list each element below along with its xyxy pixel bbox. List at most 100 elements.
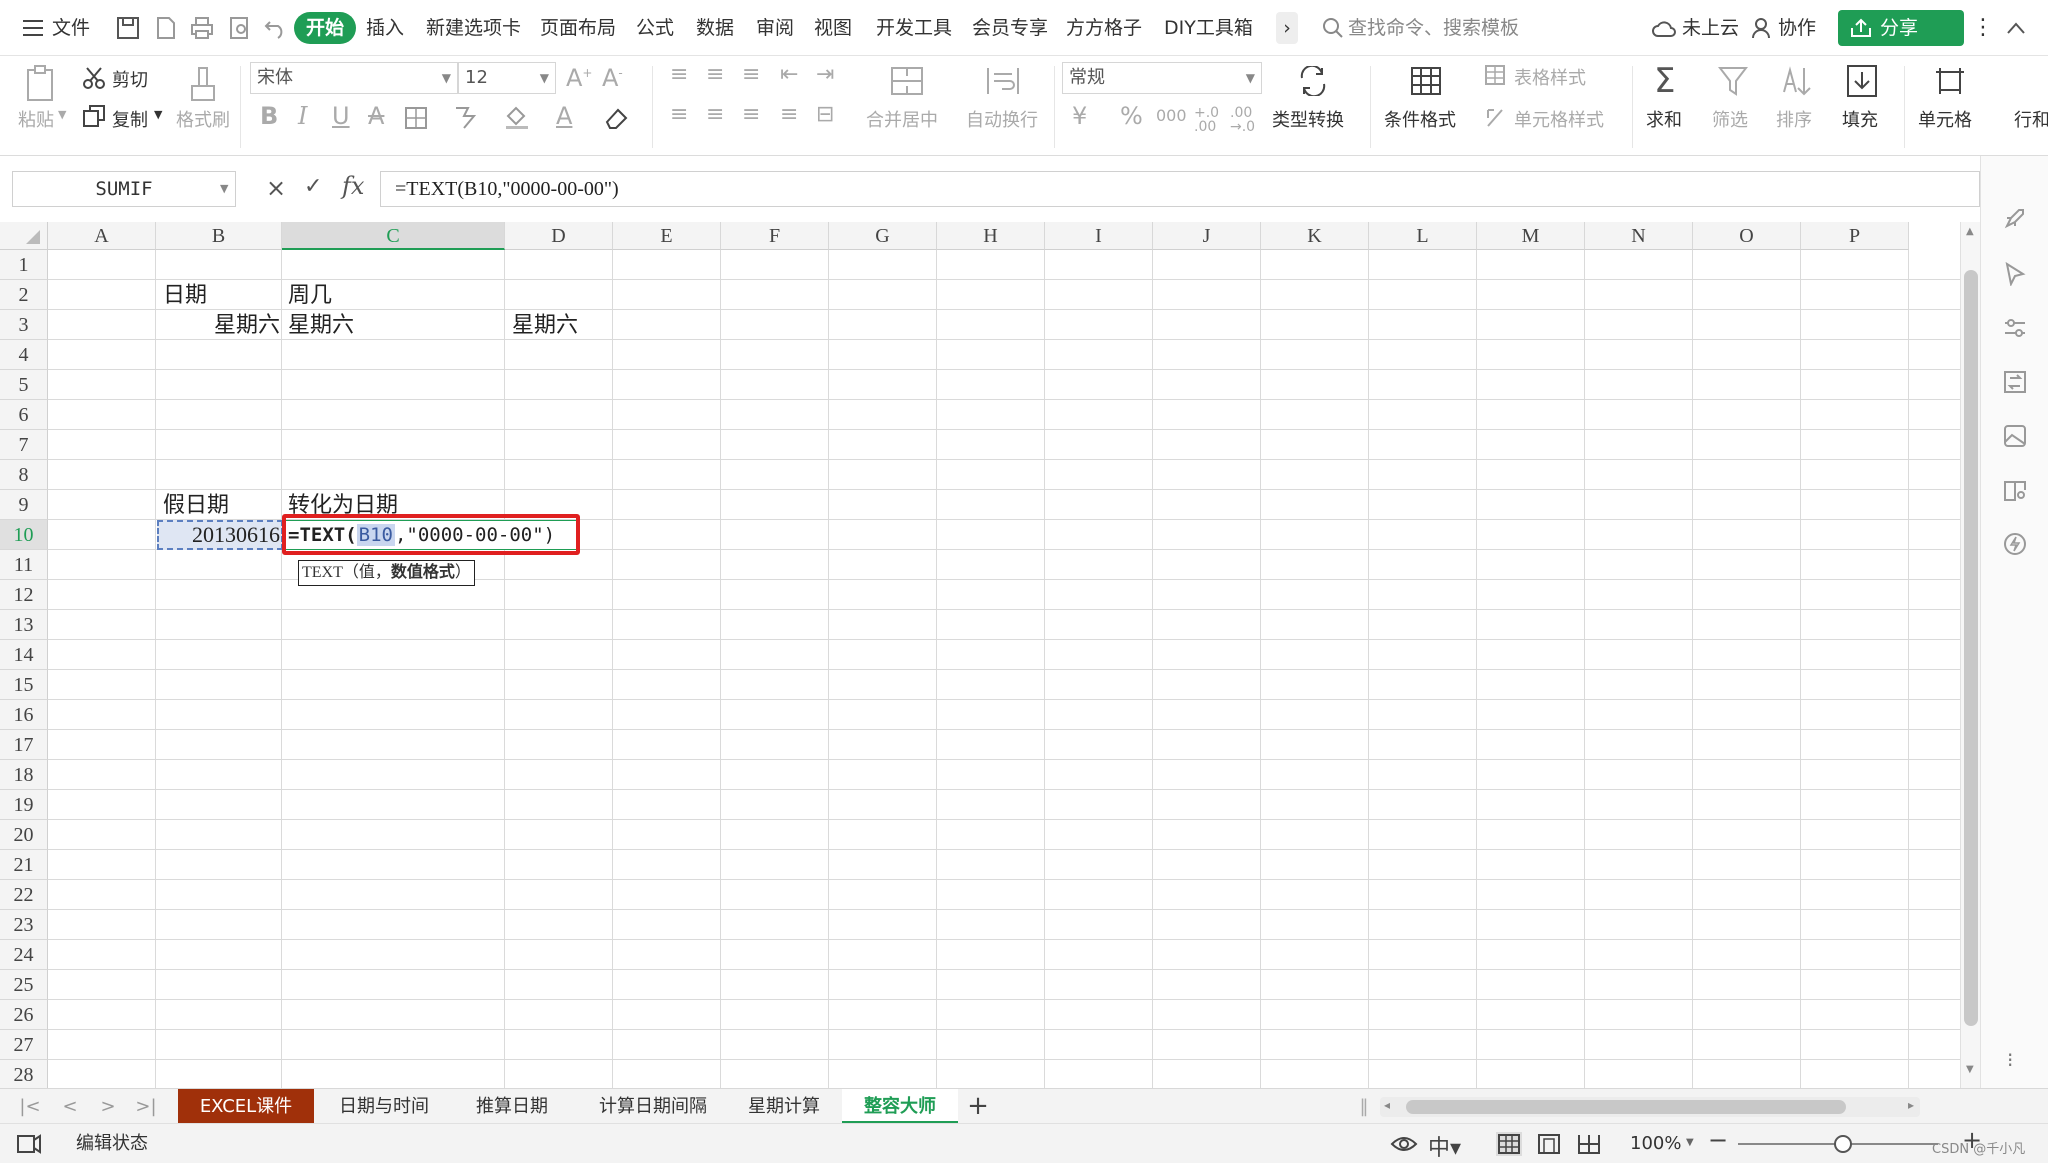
- macro-record-icon[interactable]: [16, 1132, 42, 1156]
- strikethrough-icon[interactable]: A: [368, 104, 384, 128]
- next-sheet-button[interactable]: >: [96, 1089, 120, 1124]
- copy-dropdown[interactable]: ▼: [154, 108, 162, 121]
- sliders-icon[interactable]: [2003, 316, 2027, 340]
- cursor-icon[interactable]: [2003, 261, 2027, 288]
- cell-b9[interactable]: 假日期: [163, 490, 229, 520]
- paste-button[interactable]: 粘贴: [18, 106, 54, 132]
- filter-icon[interactable]: [1717, 66, 1749, 96]
- type-convert-icon[interactable]: [1298, 64, 1328, 98]
- eraser-icon[interactable]: [604, 106, 630, 130]
- row-header-25[interactable]: 25: [0, 970, 48, 1000]
- row-header-28[interactable]: 28: [0, 1060, 48, 1088]
- fill-button[interactable]: 填充: [1842, 106, 1878, 132]
- sheet-tab-active[interactable]: 整容大师: [842, 1089, 958, 1124]
- column-header-m[interactable]: M: [1477, 222, 1585, 250]
- number-format-select[interactable]: 常规 ▼: [1062, 62, 1262, 94]
- insert-function-icon[interactable]: fx: [342, 172, 364, 200]
- sum-button[interactable]: 求和: [1646, 106, 1682, 132]
- row-header-16[interactable]: 16: [0, 700, 48, 730]
- row-header-24[interactable]: 24: [0, 940, 48, 970]
- cloud-status[interactable]: 未上云: [1682, 0, 1739, 56]
- last-sheet-button[interactable]: >|: [134, 1089, 158, 1124]
- save-icon[interactable]: [116, 16, 140, 40]
- column-header-b[interactable]: B: [156, 222, 282, 250]
- search-commands-input[interactable]: 查找命令、搜索模板: [1348, 0, 1519, 56]
- cell-c3[interactable]: 星期六: [288, 310, 354, 340]
- cut-button[interactable]: 剪切: [112, 66, 148, 92]
- indent-increase-icon[interactable]: ⇥: [816, 64, 834, 86]
- eye-protection-icon[interactable]: [1390, 1134, 1418, 1154]
- zoom-out-button[interactable]: −: [1708, 1126, 1728, 1154]
- font-name-select[interactable]: 宋体 ▼: [250, 62, 458, 94]
- paste-dropdown[interactable]: ▼: [58, 108, 66, 121]
- rowcol-button[interactable]: 行和: [2014, 106, 2048, 132]
- decrease-font-icon[interactable]: A-: [602, 66, 623, 90]
- cell-button[interactable]: 单元格: [1918, 106, 1972, 132]
- column-header-c[interactable]: C: [282, 222, 505, 250]
- sheet-tab-weekday[interactable]: 星期计算: [736, 1089, 832, 1124]
- decrease-decimal-icon[interactable]: .00 →.0: [1230, 106, 1255, 134]
- collapse-ribbon-icon[interactable]: [2006, 20, 2026, 34]
- cell-c10-formula[interactable]: =TEXT(B10 ,"0000-00-00"): [288, 520, 555, 550]
- zoom-slider-handle[interactable]: [1834, 1135, 1852, 1153]
- cell-d3[interactable]: 星期六: [512, 310, 578, 340]
- add-sheet-button[interactable]: +: [962, 1089, 994, 1124]
- select-all-corner[interactable]: [0, 222, 48, 250]
- align-bottom-icon[interactable]: ≡: [742, 64, 760, 86]
- increase-decimal-icon[interactable]: +.0.00: [1194, 106, 1219, 134]
- wrap-text-icon[interactable]: [986, 66, 1020, 96]
- rocket-icon[interactable]: [2003, 206, 2027, 230]
- cell-icon[interactable]: [1934, 66, 1966, 96]
- fill-down-icon[interactable]: [1846, 64, 1878, 98]
- align-center-icon[interactable]: ≡: [706, 104, 724, 126]
- row-header-23[interactable]: 23: [0, 910, 48, 940]
- paste-icon[interactable]: [24, 64, 58, 104]
- row-header-7[interactable]: 7: [0, 430, 48, 460]
- column-header-k[interactable]: K: [1261, 222, 1369, 250]
- percent-icon[interactable]: %: [1120, 104, 1143, 128]
- column-header-a[interactable]: A: [48, 222, 156, 250]
- vertical-scrollbar-thumb[interactable]: [1964, 270, 1978, 1026]
- book-search-icon[interactable]: [2003, 478, 2027, 502]
- sidebar-more-icon[interactable]: ⁝: [2007, 1048, 2013, 1072]
- collaborate-button[interactable]: 协作: [1778, 0, 1816, 56]
- tab-data[interactable]: 数据: [696, 0, 734, 56]
- type-convert-button[interactable]: 类型转换: [1272, 106, 1344, 132]
- normal-view-icon[interactable]: [1496, 1132, 1522, 1156]
- horizontal-scrollbar-thumb[interactable]: [1406, 1100, 1846, 1114]
- prev-sheet-button[interactable]: <: [58, 1089, 82, 1124]
- row-header-3[interactable]: 3: [0, 310, 48, 340]
- font-size-select[interactable]: 12 ▼: [458, 62, 556, 94]
- italic-icon[interactable]: I: [298, 104, 307, 128]
- column-header-f[interactable]: F: [721, 222, 829, 250]
- input-method-icon[interactable]: 中▾: [1428, 1130, 1461, 1162]
- scroll-up-icon[interactable]: ▲: [1966, 226, 1974, 237]
- font-color-icon[interactable]: A: [556, 104, 572, 128]
- tab-review[interactable]: 审阅: [756, 0, 794, 56]
- row-header-6[interactable]: 6: [0, 400, 48, 430]
- increase-font-icon[interactable]: A+: [566, 66, 592, 90]
- scroll-left-icon[interactable]: ◂: [1384, 1098, 1390, 1112]
- wrap-text-button[interactable]: 自动换行: [966, 106, 1038, 132]
- sort-icon[interactable]: [1782, 66, 1812, 96]
- hamburger-icon[interactable]: [22, 18, 44, 38]
- column-header-e[interactable]: E: [613, 222, 721, 250]
- format-painter-icon[interactable]: [188, 64, 218, 104]
- tab-developer[interactable]: 开发工具: [876, 0, 952, 56]
- file-menu[interactable]: 文件: [52, 0, 90, 56]
- name-box-dropdown[interactable]: ▼: [220, 182, 228, 195]
- tabs-splitter[interactable]: ‖: [1358, 1089, 1370, 1124]
- row-header-22[interactable]: 22: [0, 880, 48, 910]
- tab-home[interactable]: 开始: [294, 12, 357, 44]
- row-header-15[interactable]: 15: [0, 670, 48, 700]
- filter-button[interactable]: 筛选: [1712, 106, 1748, 132]
- align-top-icon[interactable]: ≡: [670, 64, 688, 86]
- tab-member[interactable]: 会员专享: [972, 0, 1048, 56]
- tab-insert[interactable]: 插入: [366, 0, 404, 56]
- column-header-p[interactable]: P: [1801, 222, 1909, 250]
- cell-style-button[interactable]: 单元格样式: [1514, 106, 1604, 132]
- row-header-1[interactable]: 1: [0, 250, 48, 280]
- column-header-d[interactable]: D: [505, 222, 613, 250]
- row-header-13[interactable]: 13: [0, 610, 48, 640]
- row-header-2[interactable]: 2: [0, 280, 48, 310]
